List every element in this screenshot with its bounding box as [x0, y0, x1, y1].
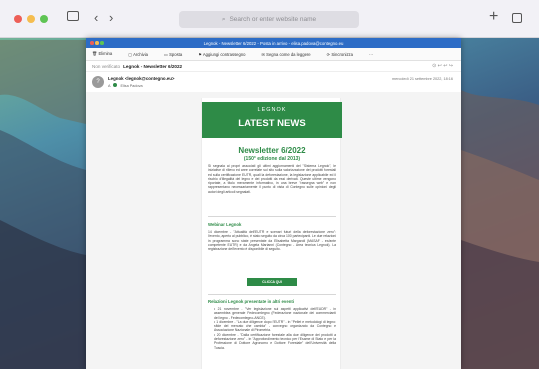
- divider: [208, 216, 336, 217]
- mail-close-button[interactable]: [90, 41, 94, 45]
- forward-arrow-icon[interactable]: ›: [109, 11, 113, 25]
- sidebar-toggle-icon[interactable]: [67, 11, 79, 21]
- newsletter-subtitle: (150° edizione dal 2013): [243, 156, 301, 162]
- minimize-window-button[interactable]: [27, 15, 35, 23]
- message-date: mercoledì 21 settembre 2022, 18:16: [392, 77, 453, 81]
- sender-name[interactable]: Legnok <legnok@contegno.eu>: [108, 76, 175, 81]
- latest-news-heading: LATEST NEWS: [238, 118, 306, 129]
- window-titlebar: Legnok - Newsletter 6/2022 - Posta in ar…: [86, 38, 461, 48]
- legnok-logo: LEGNOK: [257, 107, 287, 113]
- mail-zoom-button[interactable]: [100, 41, 104, 45]
- address-placeholder: Search or enter website name: [229, 16, 317, 23]
- newsletter-title: Newsletter 6/2022: [238, 146, 306, 155]
- mail-minimize-button[interactable]: [95, 41, 99, 45]
- list-item: • 20 dicembre - "Dalla certificazione fo…: [214, 332, 336, 350]
- close-window-button[interactable]: [14, 15, 22, 23]
- mail-window: Legnok - Newsletter 6/2022 - Posta in ar…: [86, 38, 461, 369]
- add-flag-button[interactable]: ⚑ Aggiungi contrassegno: [198, 52, 253, 57]
- newsletter-banner: LEGNOK LATEST NEWS: [202, 102, 342, 138]
- tab-overview-icon[interactable]: [512, 13, 522, 23]
- sync-button[interactable]: ⟳ Sincronizza: [327, 52, 361, 57]
- address-bar[interactable]: ⌕ Search or enter website name: [179, 11, 359, 28]
- delete-button[interactable]: 🗑 Elimina: [92, 51, 120, 57]
- intro-paragraph: Si segnala ai propri associati gli ultim…: [208, 164, 336, 194]
- new-tab-plus-icon[interactable]: +: [489, 9, 498, 25]
- webinar-paragraph: 14 dicembre - "Attualità dell'EUTR e sce…: [208, 230, 336, 252]
- move-button[interactable]: ▭ Sposta: [164, 52, 190, 57]
- divider: [208, 294, 336, 295]
- sender-avatar: ?: [92, 76, 104, 88]
- newsletter: LEGNOK LATEST NEWS Newsletter 6/2022 (15…: [201, 98, 342, 369]
- browser-toolbar: ‹ › ⌕ Search or enter website name +: [0, 0, 539, 38]
- mail-toolbar: 🗑 Elimina ▢ Archivia ▭ Sposta ⚑ Aggiungi…: [86, 48, 461, 61]
- relations-list: • 21 novembre - "Ver legislazione sui as…: [214, 307, 336, 350]
- webinar-heading: Webinar Legnok: [208, 222, 242, 227]
- message-actions-icons[interactable]: ⊙ ↩ ↩ ↪: [432, 63, 453, 69]
- recipient-name[interactable]: Elisa Padova: [120, 84, 142, 88]
- click-here-button[interactable]: CLICCA QUI: [247, 278, 297, 286]
- back-arrow-icon[interactable]: ‹: [94, 11, 98, 25]
- more-icon[interactable]: ···: [369, 52, 373, 57]
- recipient-dot-icon: [113, 83, 118, 87]
- mark-unread-button[interactable]: ✉ Segna come da leggere: [261, 52, 318, 57]
- relations-heading: Relazioni Legnok presentate in altri eve…: [208, 299, 294, 304]
- unverified-badge: Non verificato: [92, 63, 121, 69]
- message-subject: Legnok - Newsletter 6/2022: [123, 63, 183, 69]
- archive-button[interactable]: ▢ Archivia: [128, 52, 156, 57]
- message-header: ? Legnok <legnok@contegno.eu> A Elisa Pa…: [86, 72, 461, 92]
- search-icon: ⌕: [221, 15, 226, 23]
- list-item: • 1 dicembre - "La due diligence dopo l'…: [214, 319, 336, 333]
- subject-row: Non verificato Legnok - Newsletter 6/202…: [86, 61, 461, 72]
- zoom-window-button[interactable]: [40, 15, 48, 23]
- list-item: • 21 novembre - "Ver legislazione sui as…: [214, 307, 336, 320]
- recipient-line: A Elisa Padova: [108, 83, 143, 88]
- window-title: Legnok - Newsletter 6/2022 - Posta in ar…: [203, 40, 344, 46]
- message-body: LEGNOK LATEST NEWS Newsletter 6/2022 (15…: [86, 92, 461, 369]
